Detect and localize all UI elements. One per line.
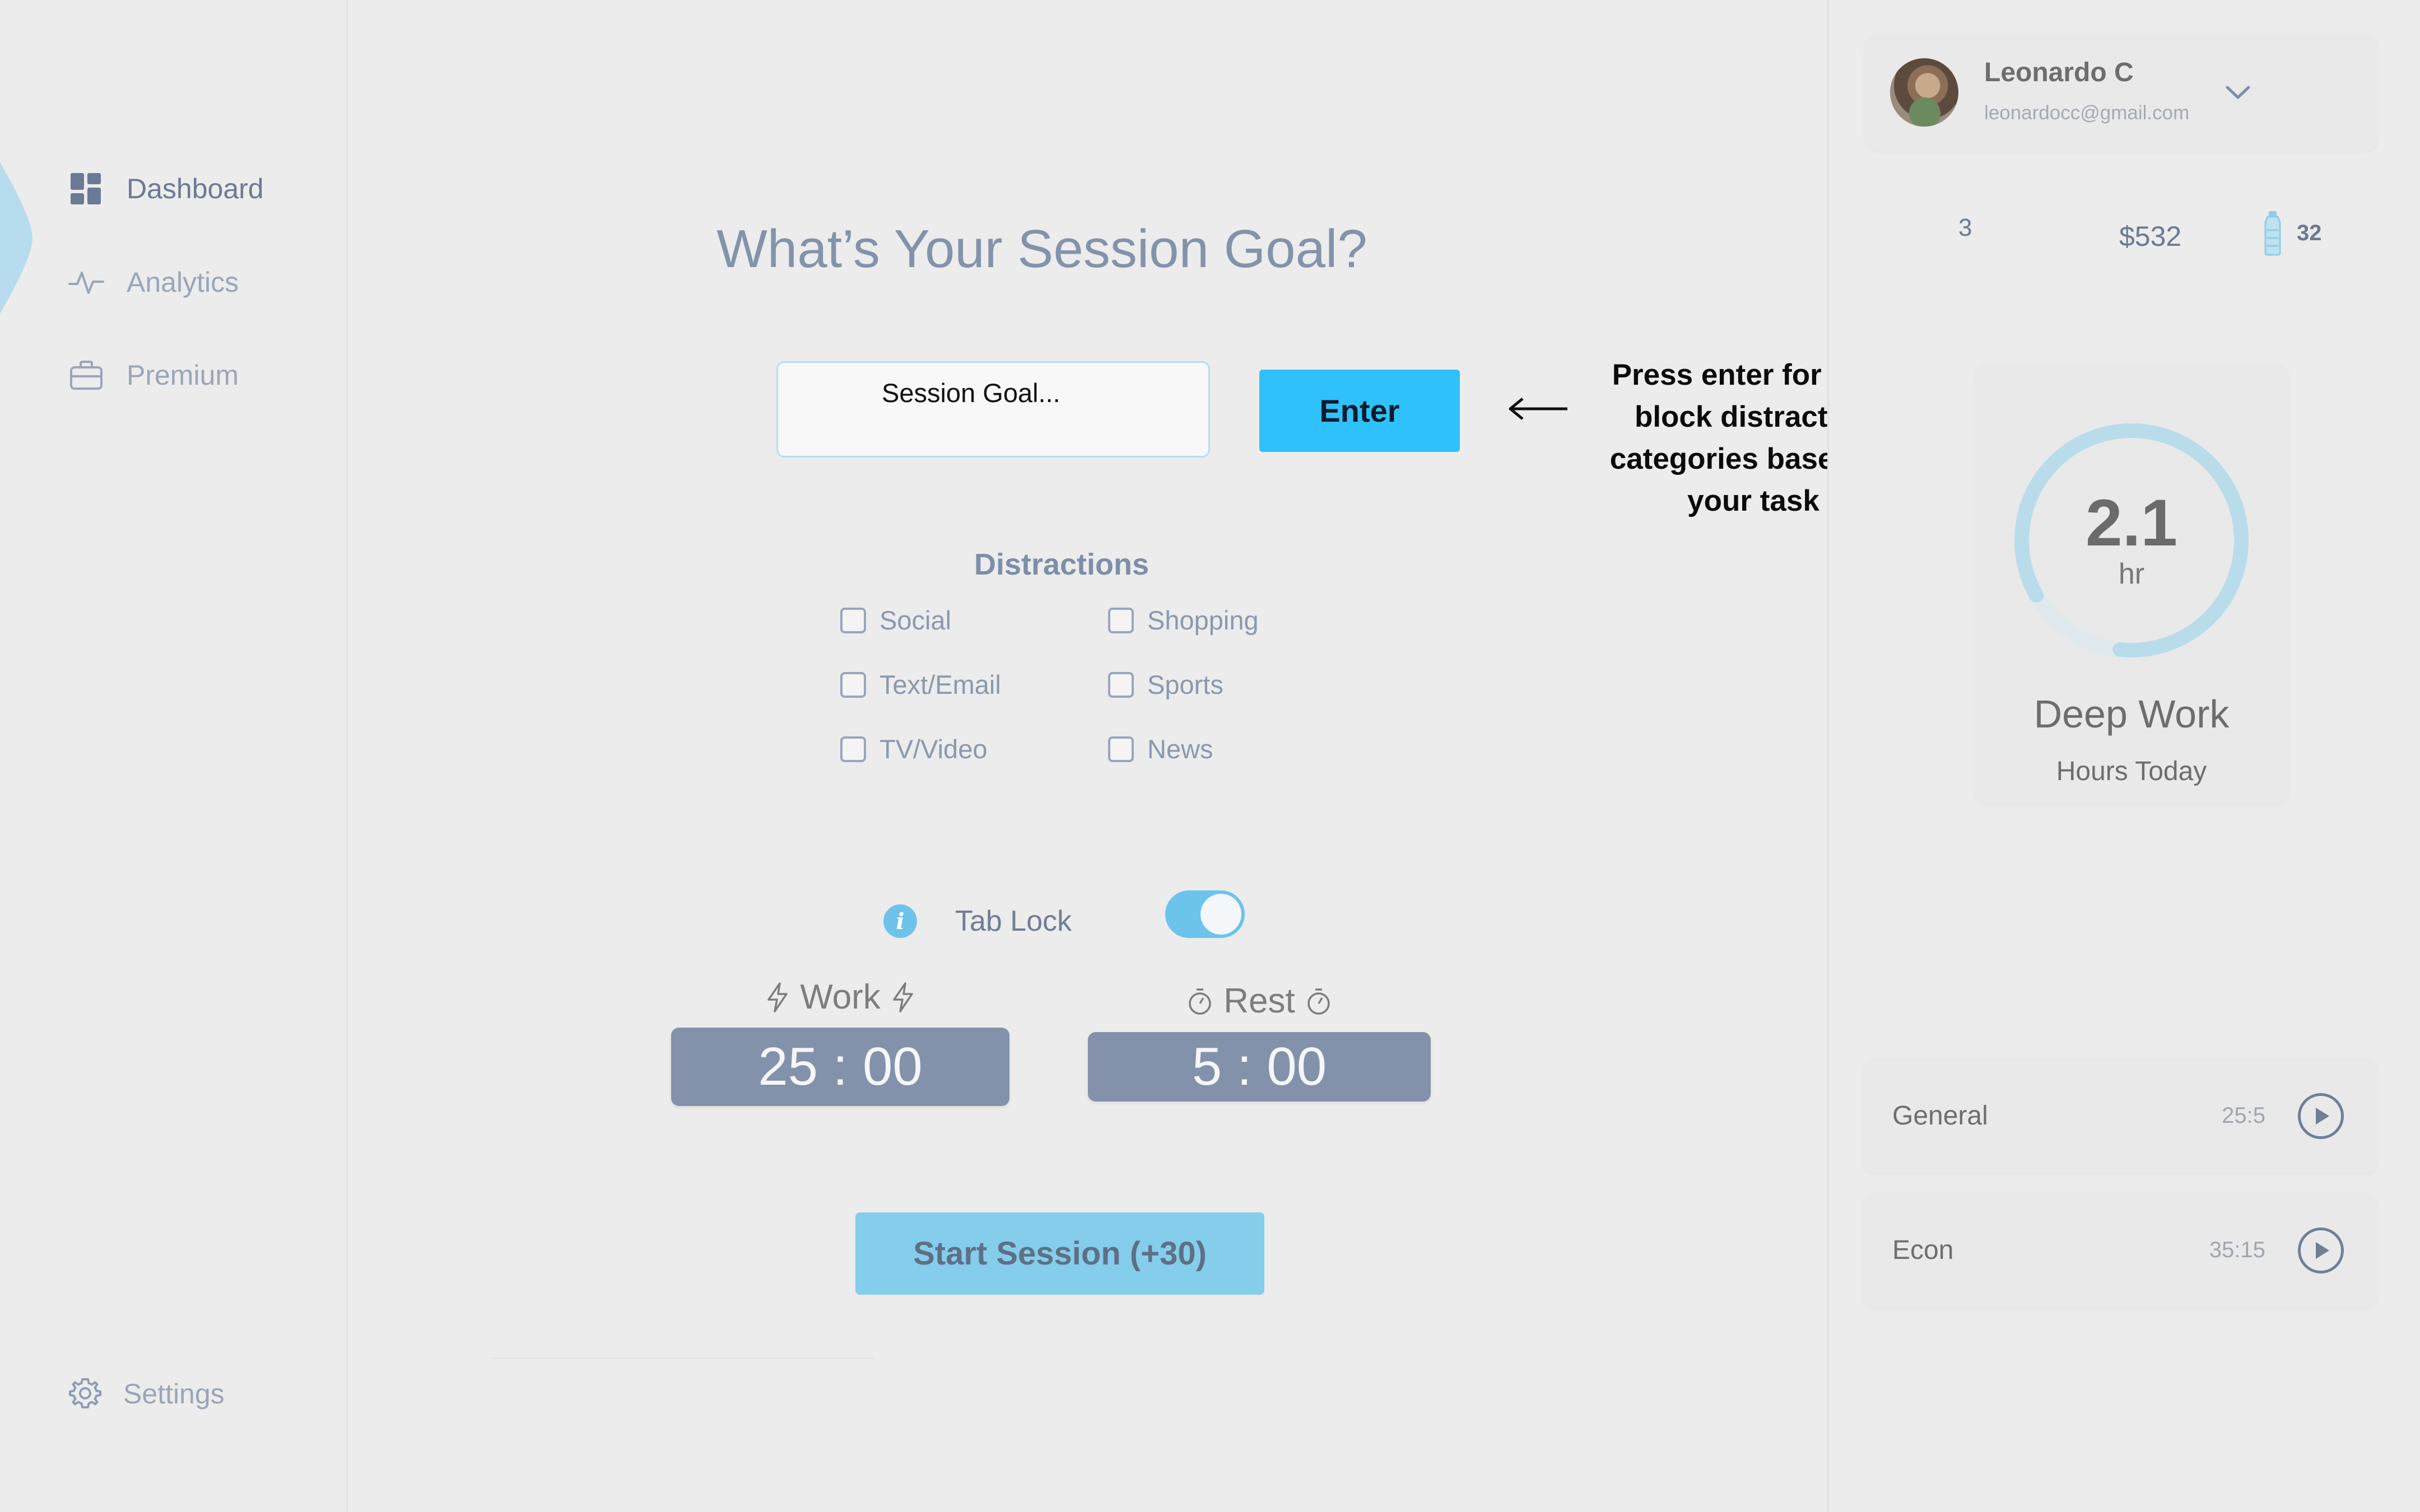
briefcase-icon	[68, 357, 104, 393]
chevron-down-icon[interactable]	[2224, 84, 2252, 101]
play-icon	[2316, 1242, 2329, 1259]
distractions-heading: Distractions	[974, 548, 1150, 581]
checkbox[interactable]	[840, 607, 866, 633]
session-item-econ[interactable]: Econ 35:15	[1863, 1193, 2377, 1308]
deep-work-title: Deep Work	[2033, 692, 2230, 736]
checkbox[interactable]	[840, 736, 866, 762]
distraction-label: News	[1147, 734, 1213, 764]
tab-lock-toggle[interactable]	[1165, 890, 1245, 938]
stat-money: $532	[2119, 221, 2182, 252]
sidebar-item-premium[interactable]: Premium	[68, 357, 239, 393]
session-item-general[interactable]: General 25:5	[1863, 1058, 2377, 1173]
stopwatch-icon	[1189, 988, 1211, 1015]
session-goal-input[interactable]	[776, 361, 1210, 458]
sidebar-item-label: Premium	[127, 360, 239, 391]
user-name: Leonardo C	[1984, 58, 2134, 87]
checkbox[interactable]	[1108, 607, 1134, 633]
play-button[interactable]	[2298, 1227, 2344, 1273]
distraction-label: Social	[879, 605, 952, 635]
play-icon	[2316, 1107, 2329, 1124]
sidebar-item-label: Settings	[123, 1378, 225, 1410]
divider	[493, 1357, 874, 1359]
user-email: leonardocc@gmail.com	[1984, 102, 2190, 124]
stat-count: 3	[1958, 214, 1972, 241]
work-label: Work	[800, 978, 881, 1016]
arrow-left-icon	[1509, 398, 1567, 420]
checkbox[interactable]	[840, 671, 866, 698]
distraction-shopping[interactable]: Shopping	[1108, 605, 1259, 636]
checkbox[interactable]	[1108, 736, 1134, 762]
start-session-button[interactable]: Start Session (+30)	[855, 1212, 1264, 1295]
page-title: What’s Your Session Goal?	[716, 219, 1367, 279]
session-time: 25:5	[2222, 1103, 2265, 1128]
enter-button[interactable]: Enter	[1259, 370, 1460, 452]
rest-label: Rest	[1223, 982, 1295, 1020]
deep-work-unit: hr	[2118, 558, 2145, 590]
work-timer[interactable]: 25 : 00	[671, 1028, 1009, 1106]
rest-timer[interactable]: 5 : 00	[1088, 1032, 1431, 1102]
deep-work-card: 2.1 hr Deep Work Hours Today	[1975, 364, 2288, 804]
checkbox[interactable]	[1108, 671, 1134, 698]
distraction-social[interactable]: Social	[840, 605, 951, 636]
sidebar-item-analytics[interactable]: Analytics	[68, 264, 239, 300]
distraction-sports[interactable]: Sports	[1108, 669, 1223, 700]
sidebar-item-settings[interactable]: Settings	[67, 1376, 225, 1412]
distraction-news[interactable]: News	[1108, 734, 1213, 764]
stopwatch-icon	[1307, 988, 1330, 1015]
gear-icon	[67, 1376, 103, 1412]
lightning-icon	[767, 982, 788, 1012]
active-indicator	[0, 162, 32, 314]
distraction-text-email[interactable]: Text/Email	[840, 669, 1001, 700]
stat-water: 32	[2297, 221, 2322, 245]
dashboard-icon	[68, 171, 104, 207]
analytics-icon	[68, 264, 104, 300]
deep-work-value: 2.1	[2085, 486, 2178, 560]
sidebar: Dashboard Analytics Premium Settings	[0, 0, 348, 1512]
tab-lock-label: Tab Lock	[955, 905, 1072, 937]
avatar	[1890, 58, 1958, 127]
info-icon[interactable]: i	[883, 904, 917, 938]
distraction-tv-video[interactable]: TV/Video	[840, 734, 987, 764]
work-heading: Work	[672, 977, 1008, 1017]
deep-work-subtitle: Hours Today	[2056, 757, 2207, 786]
distraction-label: Shopping	[1147, 605, 1259, 635]
sidebar-item-label: Analytics	[127, 267, 239, 298]
lightning-icon	[893, 982, 913, 1012]
water-bottle-icon	[2264, 211, 2281, 256]
distraction-label: Sports	[1147, 670, 1223, 699]
session-name: General	[1892, 1101, 1988, 1131]
rest-heading: Rest	[1088, 981, 1431, 1021]
sidebar-item-dashboard[interactable]: Dashboard	[68, 171, 264, 207]
session-time: 35:15	[2209, 1238, 2265, 1262]
sidebar-item-label: Dashboard	[127, 173, 264, 204]
session-name: Econ	[1892, 1235, 1954, 1265]
play-button[interactable]	[2298, 1093, 2344, 1139]
user-card[interactable]: Leonardo C leonardocc@gmail.com	[1865, 34, 2377, 151]
toggle-knob	[1200, 894, 1241, 935]
distraction-label: TV/Video	[879, 734, 988, 764]
distraction-label: Text/Email	[879, 670, 1001, 699]
